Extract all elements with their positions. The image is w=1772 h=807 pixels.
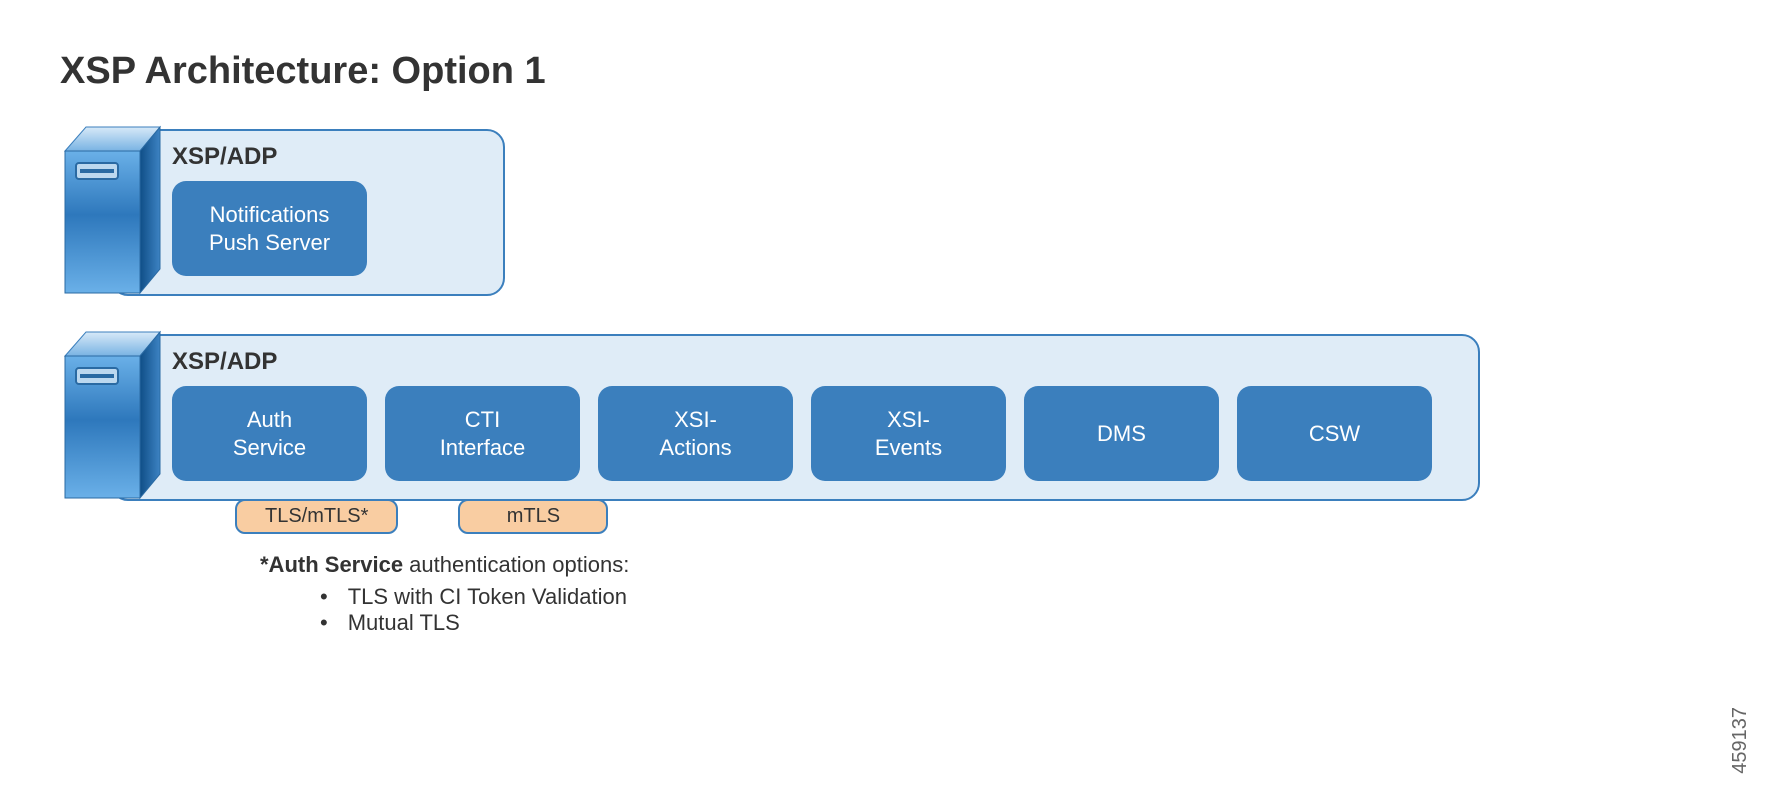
pill-line: Events [875,434,942,462]
group-label: XSP/ADP [172,143,483,171]
group-row-1: XSP/ADP Notifications Push Server [60,123,1712,298]
tag-row: TLS/mTLS* mTLS [235,499,1712,534]
pill-line: Notifications [210,201,330,229]
pill-line: CTI [465,406,500,434]
pill-auth-service: Auth Service [172,386,367,481]
pill-line: CSW [1309,420,1360,448]
server-icon [60,123,165,298]
notes-bullet: Mutual TLS [320,610,1712,636]
pill-dms: DMS [1024,386,1219,481]
pill-row: Notifications Push Server [172,181,483,276]
notes: *Auth Service authentication options: TL… [260,552,1712,636]
pill-line: Actions [659,434,731,462]
group-label: XSP/ADP [172,348,1458,376]
pill-line: DMS [1097,420,1146,448]
pill-xsi-events: XSI- Events [811,386,1006,481]
server-icon [60,328,165,503]
notes-bullet: TLS with CI Token Validation [320,584,1712,610]
pill-csw: CSW [1237,386,1432,481]
pill-line: XSI- [887,406,930,434]
pill-line: XSI- [674,406,717,434]
pill-line: Interface [440,434,526,462]
group-row-2-wrapper: XSP/ADP Auth Service CTI Interface XSI- … [60,328,1712,534]
notes-heading: *Auth Service authentication options: [260,552,1712,578]
group-box-main: XSP/ADP Auth Service CTI Interface XSI- … [110,334,1480,501]
image-id: 459137 [1729,707,1752,774]
page-title: XSP Architecture: Option 1 [60,50,1712,93]
pill-line: Auth [247,406,292,434]
group-row-2: XSP/ADP Auth Service CTI Interface XSI- … [60,328,1712,503]
pill-xsi-actions: XSI- Actions [598,386,793,481]
tag-mtls: mTLS [458,499,608,534]
pill-row: Auth Service CTI Interface XSI- Actions … [172,386,1458,481]
pill-line: Service [233,434,306,462]
pill-line: Push Server [209,229,330,257]
notes-list: TLS with CI Token Validation Mutual TLS [260,584,1712,636]
pill-cti-interface: CTI Interface [385,386,580,481]
notes-heading-bold: *Auth Service [260,552,403,577]
group-box-notifications: XSP/ADP Notifications Push Server [110,129,505,296]
tag-tls-mtls: TLS/mTLS* [235,499,398,534]
notes-heading-rest: authentication options: [403,552,629,577]
pill-notifications-push-server: Notifications Push Server [172,181,367,276]
